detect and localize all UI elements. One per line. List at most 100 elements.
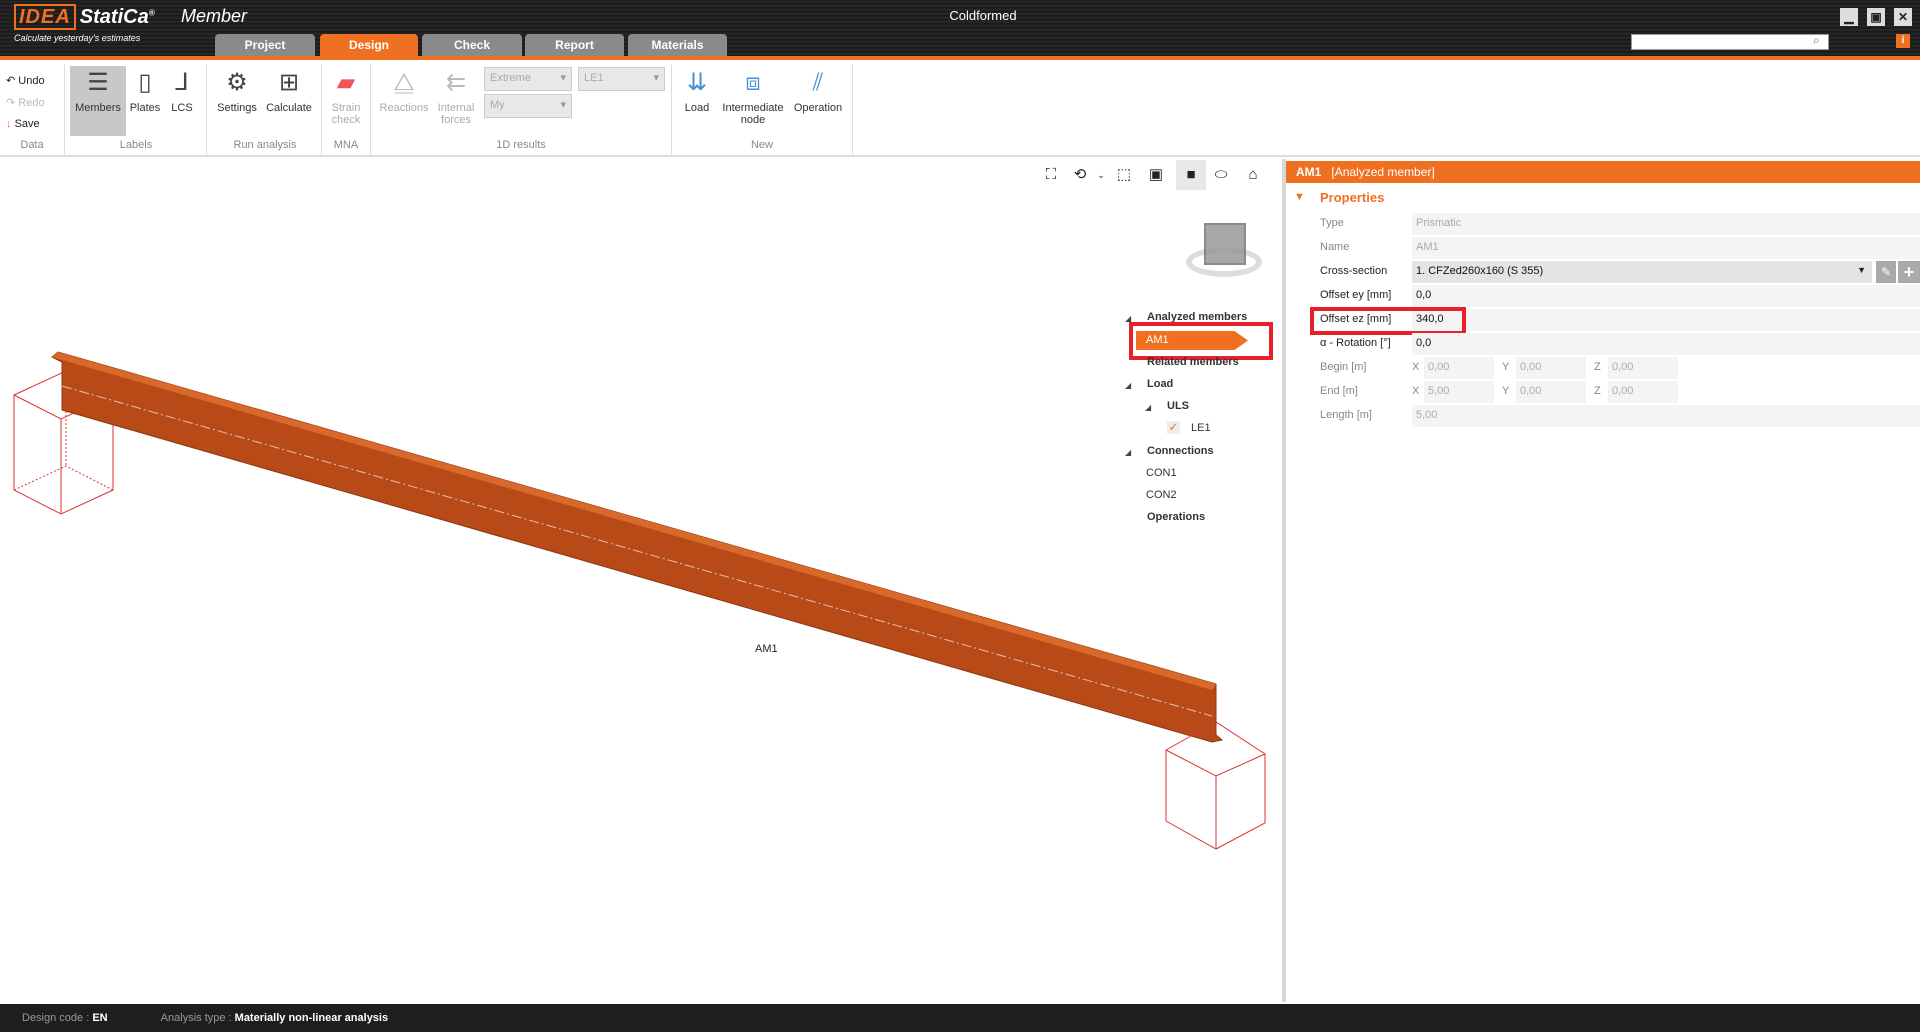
chevron-down-icon[interactable]: ▼ <box>1857 265 1866 275</box>
transparent-view-icon[interactable]: ▣ <box>1145 164 1167 186</box>
row-length: Length [m] 5,00 <box>1320 405 1920 427</box>
edit-icon[interactable]: ✎ <box>1876 261 1896 283</box>
search-input[interactable] <box>1631 34 1829 50</box>
tree-con1[interactable]: CON1 <box>1146 467 1177 479</box>
zoom-extents-icon[interactable]: ⛶ <box>1040 164 1062 186</box>
undo-button[interactable]: ↶ Undo <box>6 74 45 87</box>
save-icon: ↓ <box>6 118 12 130</box>
info-icon[interactable]: i <box>1896 34 1910 48</box>
cross-section-select[interactable]: 1. CFZed260x160 (S 355) <box>1412 261 1872 283</box>
collapse-icon[interactable]: ▼ <box>1294 191 1305 203</box>
home-icon[interactable]: ⌂ <box>1242 164 1264 186</box>
calculator-icon: ⊞ <box>278 69 300 96</box>
redo-button[interactable]: ↷ Redo <box>6 96 45 109</box>
tree-con2[interactable]: CON2 <box>1146 489 1177 501</box>
section-view-icon[interactable]: ⬭ <box>1210 164 1232 186</box>
close-button[interactable]: ✕ <box>1894 8 1912 26</box>
3d-viewport[interactable]: AM1 <box>0 159 1282 1002</box>
logo: IDEA StatiCa® <box>14 4 155 30</box>
begin-z-field[interactable]: 0,00 <box>1608 357 1678 379</box>
strain-chart-icon: ▰ <box>336 69 356 96</box>
maximize-button[interactable]: ▣ <box>1867 8 1885 26</box>
chevron-down-icon[interactable]: ⌄ <box>1090 164 1112 186</box>
tagline: Calculate yesterday's estimates <box>14 33 141 43</box>
lcs-button[interactable]: ⅃ LCS <box>165 68 199 114</box>
analysis-type: Materially non-linear analysis <box>234 1012 389 1024</box>
calculate-button[interactable]: ⊞ Calculate <box>262 68 316 114</box>
navigation-cube[interactable] <box>1186 217 1262 287</box>
solid-view-icon[interactable]: ■ <box>1176 160 1206 190</box>
gear-icon: ⚙ <box>226 69 248 96</box>
member-label: AM1 <box>755 643 778 655</box>
highlight-box <box>1310 307 1466 335</box>
rotation-field[interactable]: 0,0 <box>1412 333 1920 355</box>
row-rotation: α - Rotation [°] 0,0 <box>1320 333 1920 355</box>
tab-project[interactable]: Project <box>215 34 315 56</box>
save-button[interactable]: ↓ Save <box>6 118 40 130</box>
reactions-button[interactable]: ⧋ Reactions <box>376 68 432 114</box>
cube-icon[interactable] <box>1204 223 1246 265</box>
ribbon: ↶ Undo ↷ Redo ↓ Save Data ☰ Members ▯ Plat… <box>0 60 1920 157</box>
tree-connections[interactable]: Connections <box>1147 445 1214 457</box>
tree-le1[interactable]: LE1 <box>1191 422 1211 434</box>
begin-x-field[interactable]: 0,00 <box>1424 357 1494 379</box>
beam[interactable] <box>51 351 1224 743</box>
model-view[interactable] <box>0 159 1282 1002</box>
tree-uls[interactable]: ULS <box>1167 400 1189 412</box>
new-load-button[interactable]: ⇊ Load <box>680 68 714 114</box>
redo-icon: ↷ <box>6 97 16 109</box>
strain-check-button[interactable]: ▰ Strain check <box>326 68 366 126</box>
offset-ez-field[interactable]: 340,0 <box>1412 309 1920 331</box>
tree-operations[interactable]: Operations <box>1147 511 1205 523</box>
divider <box>852 64 853 156</box>
title-bar: IDEA StatiCa® Member Calculate yesterday'… <box>0 0 1920 56</box>
reactions-icon: ⧋ <box>393 69 415 96</box>
name-field[interactable]: AM1 <box>1412 237 1920 259</box>
expand-icon[interactable]: ◢ <box>1145 403 1151 412</box>
intermediate-node-button[interactable]: ⧈ Intermediate node <box>718 68 788 126</box>
plates-button[interactable]: ▯ Plates <box>128 68 162 114</box>
divider <box>370 64 371 156</box>
operation-button[interactable]: ⫽ Operation <box>790 68 846 114</box>
end-z-field[interactable]: 0,00 <box>1608 381 1678 403</box>
tab-design[interactable]: Design <box>320 34 418 56</box>
group-label-data: Data <box>20 139 44 151</box>
row-name: Name AM1 <box>1320 237 1920 259</box>
design-code: EN <box>92 1012 108 1024</box>
product-name: Member <box>181 6 248 26</box>
length-field: 5,00 <box>1412 405 1920 427</box>
group-label-labels: Labels <box>119 139 153 151</box>
settings-button[interactable]: ⚙ Settings <box>212 68 262 114</box>
panel-header: AM1 [Analyzed member] <box>1286 161 1920 183</box>
tree-related-members[interactable]: Related members <box>1147 356 1239 368</box>
group-label-mna: MNA <box>333 139 359 151</box>
end-y-field[interactable]: 0,00 <box>1516 381 1586 403</box>
group-label-new: New <box>750 139 773 151</box>
members-button[interactable]: ☰ Members <box>70 66 126 136</box>
minimize-button[interactable]: ▁ <box>1840 8 1858 26</box>
wireframe-view-icon[interactable]: ⬚ <box>1113 164 1135 186</box>
node-icon: ⧈ <box>745 69 761 96</box>
tab-materials[interactable]: Materials <box>628 34 727 56</box>
plates-icon: ▯ <box>138 69 152 96</box>
rotate-icon[interactable]: ⟲ <box>1069 164 1091 186</box>
extreme-dropdown[interactable]: Extreme <box>484 67 572 91</box>
internal-forces-button[interactable]: ⇇ Internal forces <box>432 68 480 126</box>
tab-report[interactable]: Report <box>525 34 624 56</box>
status-bar: Design code : EN Analysis type : Materia… <box>0 1004 1920 1032</box>
offset-ey-field[interactable]: 0,0 <box>1412 285 1920 307</box>
expand-icon[interactable]: ◢ <box>1125 448 1131 457</box>
begin-y-field[interactable]: 0,00 <box>1516 357 1586 379</box>
tab-check[interactable]: Check <box>422 34 522 56</box>
add-icon[interactable]: + <box>1898 261 1920 283</box>
tree-load[interactable]: Load <box>1147 378 1173 390</box>
component-dropdown[interactable]: My <box>484 94 572 118</box>
search-icon[interactable]: ⌕ <box>1813 33 1820 48</box>
type-select[interactable]: Prismatic <box>1412 213 1920 235</box>
divider <box>206 64 207 156</box>
expand-icon[interactable]: ◢ <box>1125 381 1131 390</box>
end-x-field[interactable]: 5,00 <box>1424 381 1494 403</box>
group-label-run-analysis: Run analysis <box>233 139 297 151</box>
le1-checkbox[interactable]: ✓ <box>1167 421 1180 434</box>
load-effect-dropdown[interactable]: LE1 <box>578 67 665 91</box>
